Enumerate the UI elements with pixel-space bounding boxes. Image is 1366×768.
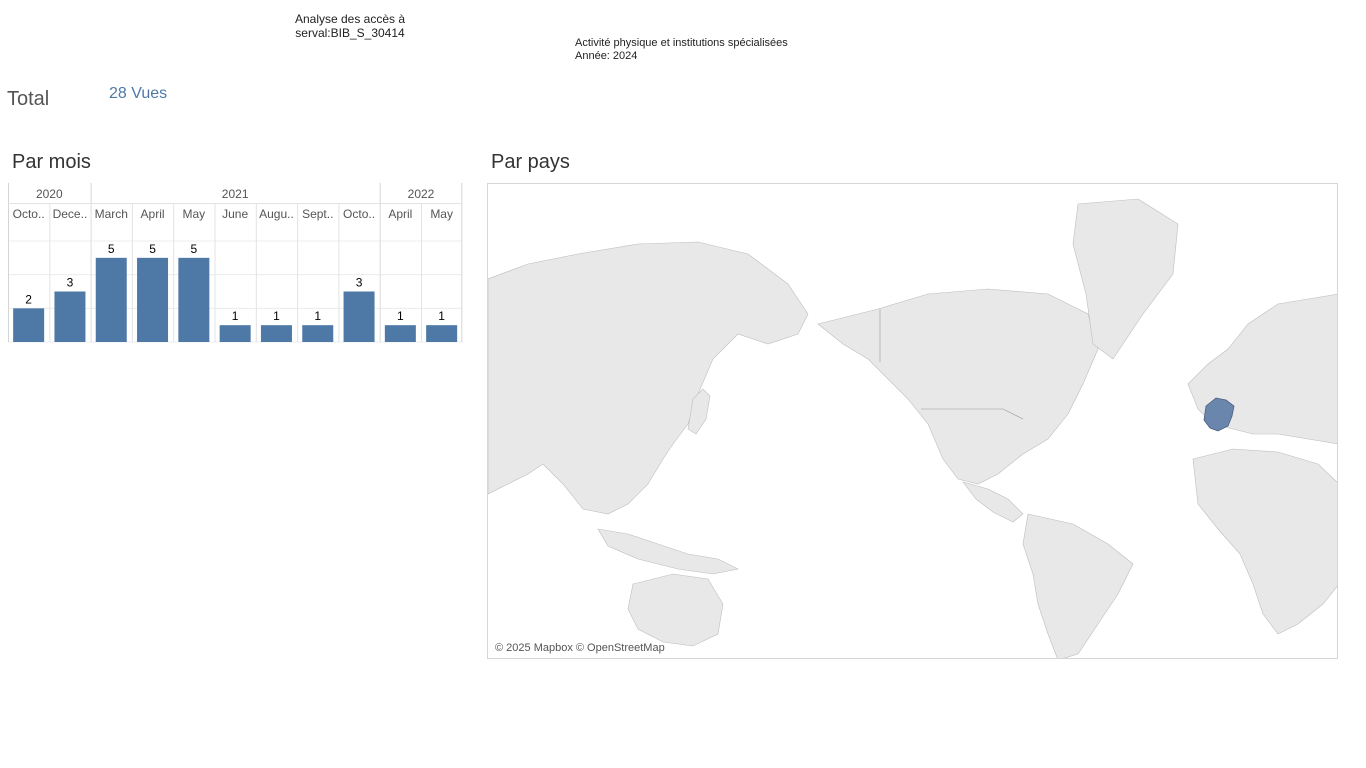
bar-7: [260, 325, 292, 342]
bar-6: [219, 325, 251, 342]
year-label: 2022: [408, 187, 435, 201]
month-label: Octo..: [13, 207, 45, 221]
monthly-bar-chart[interactable]: 2020 2021 2022 Octo.. 2 Dece.. 3 March 5 April 5 Ma…: [8, 183, 464, 343]
country-map[interactable]: © 2025 Mapbox © OpenStreetMap: [487, 183, 1338, 659]
bar-value-label: 1: [232, 309, 239, 323]
report-title-line2: serval:BIB_S_30414: [295, 26, 405, 40]
report-subtitle-line2: Année: 2024: [575, 50, 638, 62]
bar-value-label: 1: [273, 309, 280, 323]
total-label: Total: [7, 88, 50, 110]
bar-10: [384, 325, 416, 342]
month-label: May: [183, 207, 206, 221]
monthly-bar-chart-svg: 2020 2021 2022 Octo.. 2 Dece.. 3 March 5 April 5 Ma…: [8, 183, 463, 343]
month-label: March: [95, 207, 128, 221]
world-map-svg: [488, 198, 1337, 658]
landmass-indonesia: [597, 528, 739, 575]
month-label: April: [388, 207, 412, 221]
report-subtitle-line1: Activité physique et institutions spécia…: [575, 37, 788, 49]
bar-2: [54, 291, 86, 342]
bar-value-label: 1: [397, 309, 404, 323]
landmass-africa: [1192, 448, 1337, 635]
bar-9: [343, 291, 375, 342]
map-attribution[interactable]: © 2025 Mapbox © OpenStreetMap: [495, 642, 665, 654]
month-label: June: [222, 207, 248, 221]
month-label: Augu..: [259, 207, 294, 221]
report-title: Analyse des accès à serval:BIB_S_30414: [270, 12, 430, 40]
year-label: 2021: [222, 187, 249, 201]
bar-8: [302, 325, 334, 342]
bar-4: [137, 257, 169, 342]
bar-5: [178, 257, 210, 342]
bar-value-label: 5: [149, 242, 156, 256]
year-label: 2020: [36, 187, 63, 201]
landmass-south-america: [1022, 513, 1134, 658]
bar-1: [13, 308, 45, 342]
bar-value-label: 5: [108, 242, 115, 256]
bar-value-label: 5: [191, 242, 198, 256]
landmass-asia: [488, 241, 809, 515]
total-views-value[interactable]: 28 Vues: [109, 85, 167, 103]
bar-value-label: 3: [356, 276, 363, 290]
landmass-north-america: [817, 288, 1099, 485]
report-title-line1: Analyse des accès à: [294, 12, 406, 26]
bar-11: [426, 325, 458, 342]
section-title-by-month: Par mois: [12, 151, 91, 173]
month-label: May: [430, 207, 453, 221]
bar-value-label: 1: [438, 309, 445, 323]
bar-value-label: 2: [25, 292, 32, 306]
month-label: Sept..: [302, 207, 333, 221]
month-label: April: [141, 207, 165, 221]
landmass-australia: [627, 573, 724, 647]
month-label: Octo..: [343, 207, 375, 221]
month-label: Dece..: [53, 207, 88, 221]
report-subtitle: Activité physique et institutions spécia…: [575, 37, 788, 63]
section-title-by-country: Par pays: [491, 151, 570, 173]
landmass-central-america: [962, 481, 1024, 523]
bar-3: [95, 257, 127, 342]
bar-value-label: 3: [67, 276, 74, 290]
bar-value-label: 1: [314, 309, 321, 323]
